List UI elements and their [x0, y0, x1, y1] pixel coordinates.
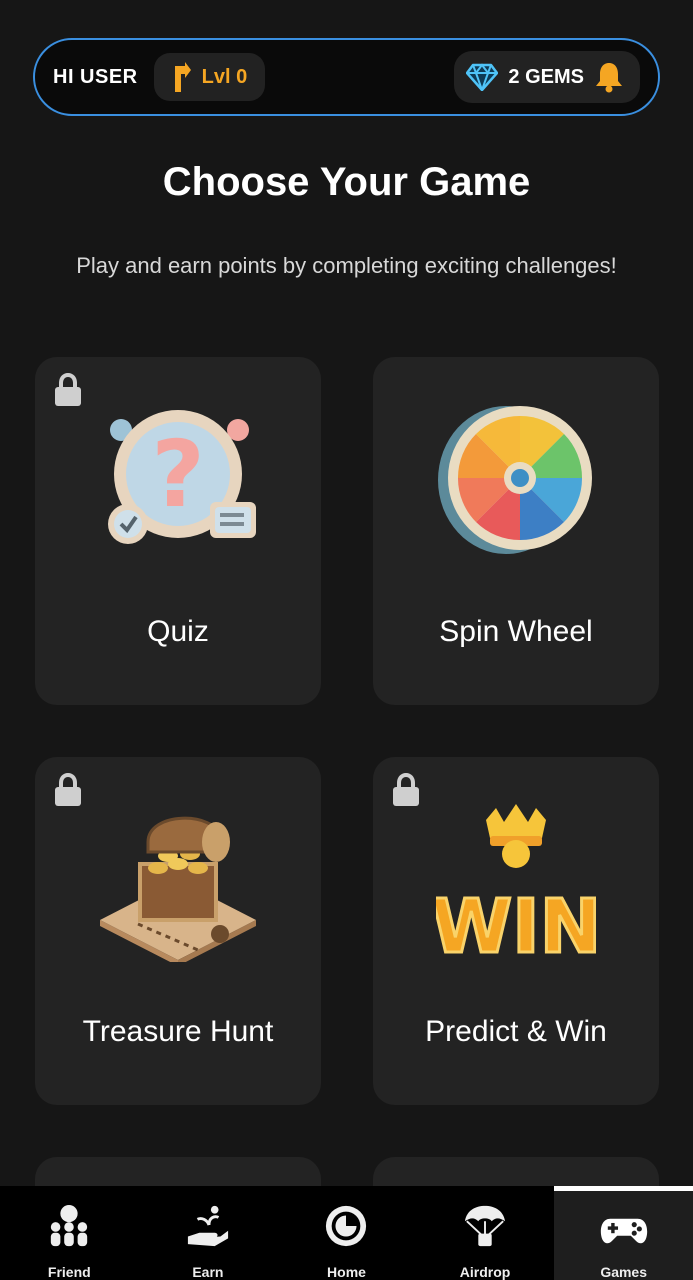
treasure-chest-icon	[100, 816, 256, 962]
game-title: Treasure Hunt	[82, 1015, 274, 1048]
level-up-icon	[174, 62, 191, 92]
svg-text:WIN: WIN	[436, 884, 596, 962]
game-title: Predict & Win	[425, 1015, 607, 1048]
nav-item-friend[interactable]: Friend	[0, 1186, 139, 1280]
page-title: Choose Your Game	[162, 160, 531, 204]
level-label: Lvl 0	[201, 65, 248, 88]
friends-icon	[51, 1204, 88, 1247]
game-card-predict-win[interactable]: WIN Predict & Win	[373, 757, 659, 1105]
nav-label: Friend	[47, 1264, 91, 1280]
airdrop-icon	[464, 1205, 506, 1247]
game-card-treasure-hunt[interactable]: Treasure Hunt	[35, 757, 321, 1105]
svg-text:?: ?	[151, 421, 204, 528]
gems-badge[interactable]: 2 GEMS	[454, 51, 640, 103]
quiz-icon: ?	[108, 410, 256, 544]
diamond-icon	[466, 63, 499, 91]
lock-icon	[55, 773, 81, 806]
game-title: Quiz	[147, 615, 209, 648]
nav-label: Games	[600, 1264, 648, 1280]
bottom-nav: Friend Earn Home Airdrop Games	[0, 1186, 693, 1280]
nav-label: Earn	[192, 1264, 224, 1280]
nav-item-games[interactable]: Games	[554, 1186, 693, 1280]
lock-icon	[55, 373, 81, 406]
level-badge[interactable]: Lvl 0	[153, 53, 266, 101]
nav-item-home[interactable]: Home	[277, 1186, 416, 1280]
gems-label: 2 GEMS	[508, 65, 584, 88]
nav-item-airdrop[interactable]: Airdrop	[416, 1186, 555, 1280]
earn-icon	[187, 1205, 228, 1247]
game-title: Spin Wheel	[439, 615, 593, 648]
game-card-quiz[interactable]: ? Quiz	[35, 357, 321, 705]
game-card-spin-wheel[interactable]: Spin Wheel	[373, 357, 659, 705]
predict-win-icon: WIN	[436, 804, 596, 962]
nav-item-earn[interactable]: Earn	[139, 1186, 278, 1280]
home-icon	[326, 1205, 367, 1247]
spin-wheel-icon	[438, 406, 592, 554]
user-greeting: HI USER	[53, 65, 138, 88]
nav-label: Home	[327, 1264, 366, 1280]
gamepad-icon	[600, 1218, 647, 1244]
user-status-bar: HI USER Lvl 0 2 GEMS	[33, 38, 660, 116]
nav-label: Airdrop	[459, 1264, 511, 1280]
lock-icon	[393, 773, 419, 806]
notification-bell-icon[interactable]	[594, 61, 624, 93]
page-subtitle: Play and earn points by completing excit…	[76, 253, 617, 278]
